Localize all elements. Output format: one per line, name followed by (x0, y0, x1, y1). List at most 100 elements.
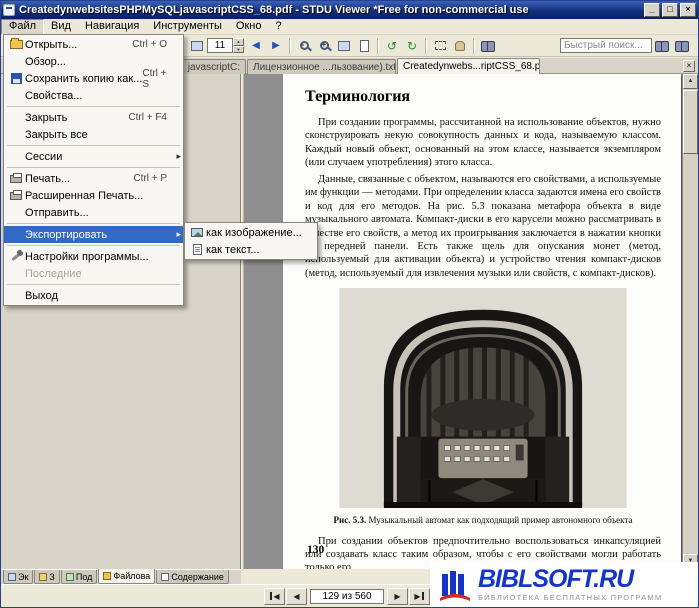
search-button[interactable] (478, 37, 498, 55)
right-arrow-icon: ▶ (272, 40, 280, 51)
fit-page-button[interactable] (354, 37, 374, 55)
sidebar-tab-bookmarks[interactable]: З (34, 570, 59, 584)
menu-separator (7, 223, 180, 224)
find-next-button[interactable] (652, 37, 672, 55)
menu-item-close-all[interactable]: Закрыть все (4, 126, 183, 143)
sidebar-tab-contents[interactable]: Содержание (156, 570, 229, 584)
biblsoft-title: BIBLSOFT.RU (478, 567, 662, 592)
page-number-input[interactable] (207, 38, 233, 53)
sidebar-tab-files[interactable]: Файлова (98, 569, 155, 584)
menu-item-exit[interactable]: Выход (4, 287, 183, 304)
fit-width-icon (338, 41, 350, 51)
menu-item-settings[interactable]: Настройки программы... (4, 248, 183, 265)
menu-item-send[interactable]: Отправить... (4, 204, 183, 221)
rotate-right-button[interactable]: ↻ (402, 37, 422, 55)
menu-item-sessions[interactable]: Сессии ▸ (4, 148, 183, 165)
minimize-button[interactable]: _ (644, 3, 660, 17)
menu-item-close[interactable]: Закрыть Ctrl + F4 (4, 109, 183, 126)
page-number-stepper[interactable]: ▲ ▼ (233, 38, 244, 53)
menu-navigation[interactable]: Навигация (78, 19, 146, 35)
figure-caption-text: Музыкальный автомат как подходящий приме… (368, 515, 632, 525)
left-arrow-icon: ◀ (252, 40, 260, 51)
toolbar-separator (289, 38, 291, 54)
page-number: 130 (307, 544, 324, 556)
zoom-out-button[interactable]: - (294, 37, 314, 55)
menu-separator (7, 284, 180, 285)
quick-search-input[interactable] (560, 38, 652, 53)
menubar: Файл Вид Навигация Инструменты Окно ? (1, 19, 698, 35)
toggle-sidebar-button[interactable] (187, 37, 207, 55)
last-page-icon (422, 592, 424, 600)
menu-help[interactable]: ? (268, 19, 288, 35)
document-pane: Терминология При создании программы, рас… (244, 74, 698, 569)
selection-rect-icon (435, 41, 446, 50)
menu-view[interactable]: Вид (44, 19, 78, 35)
biblsoft-subtitle: БИБЛИОТЕКА БЕСПЛАТНЫХ ПРОГРАММ (478, 593, 662, 602)
magnifier-minus-icon: - (300, 41, 309, 50)
fit-width-button[interactable] (334, 37, 354, 55)
sidebar-tab-thumbnails[interactable]: Эк (3, 570, 33, 584)
toolbar-separator (377, 38, 379, 54)
window-title: CreatedynwebsitesPHPMySQLjavascriptCSS_6… (19, 4, 642, 16)
submenu-item-as-image[interactable]: как изображение... (185, 224, 317, 241)
close-tab-button[interactable]: × (683, 60, 695, 72)
tab-license-txt[interactable]: Лицензионное ...льзование).txt (247, 59, 396, 74)
titlebar: CreatedynwebsitesPHPMySQLjavascriptCSS_6… (1, 1, 698, 19)
toolbar-separator (473, 38, 475, 54)
wrench-icon (7, 250, 25, 263)
magnifier-plus-icon: + (320, 41, 329, 50)
highlights-icon (66, 573, 74, 581)
menu-item-print[interactable]: Печать... Ctrl + P (4, 170, 183, 187)
save-icon (7, 72, 25, 85)
tab-createdynwebsites-pdf[interactable]: Createdynwebs...riptCSS_68.pdf (397, 58, 540, 74)
menu-window[interactable]: Окно (229, 19, 269, 35)
previous-view-button[interactable]: ◀ (246, 37, 266, 55)
scroll-up-button[interactable]: ▲ (683, 74, 698, 89)
folder-icon (103, 572, 111, 580)
stdu-viewer-window: { "glyphs": { "minimize": "_", "maximize… (0, 0, 699, 608)
contents-icon (161, 573, 169, 581)
next-page-button[interactable]: ▶ (387, 588, 408, 605)
select-tool-button[interactable] (430, 37, 450, 55)
toolbar-separator (425, 38, 427, 54)
menu-item-save-copy-as[interactable]: Сохранить копию как... Ctrl + S (4, 70, 183, 87)
text-file-icon (188, 243, 206, 256)
folder-open-icon (7, 38, 25, 51)
submenu-item-as-text[interactable]: как текст... (185, 241, 317, 258)
fit-page-icon (360, 40, 369, 52)
panel-icon (191, 41, 203, 51)
first-page-button[interactable]: ◀ (264, 588, 285, 605)
app-icon (3, 4, 15, 16)
menu-item-export[interactable]: Экспортировать ▸ (4, 226, 183, 243)
sidebar-tab-highlights[interactable]: Под (61, 570, 98, 584)
maximize-button[interactable]: □ (662, 3, 678, 17)
biblsoft-logo-text: BIBLSOFT.RU БИБЛИОТЕКА БЕСПЛАТНЫХ ПРОГРА… (478, 567, 662, 602)
rotate-cw-icon: ↻ (407, 39, 417, 53)
close-button[interactable]: × (680, 3, 696, 17)
scrollbar-thumb[interactable] (683, 90, 698, 154)
menu-item-properties[interactable]: Свойства... (4, 87, 183, 104)
previous-page-button[interactable]: ◀ (286, 588, 307, 605)
stepper-down-icon[interactable]: ▼ (233, 46, 244, 54)
hand-tool-button[interactable] (450, 37, 470, 55)
pdf-page: Терминология При создании программы, рас… (283, 74, 681, 569)
menu-separator (7, 106, 180, 107)
vertical-scrollbar[interactable]: ▲ ▼ (682, 74, 698, 569)
binoculars-icon (675, 41, 689, 50)
rotate-left-button[interactable]: ↺ (382, 37, 402, 55)
find-previous-button[interactable] (672, 37, 692, 55)
menu-file[interactable]: Файл (1, 19, 44, 35)
menu-tools[interactable]: Инструменты (146, 19, 229, 35)
first-page-icon (270, 592, 272, 600)
zoom-in-button[interactable]: + (314, 37, 334, 55)
next-view-button[interactable]: ▶ (266, 37, 286, 55)
last-page-button[interactable]: ▶ (409, 588, 430, 605)
stepper-up-icon[interactable]: ▲ (233, 38, 244, 46)
menu-item-advanced-print[interactable]: Расширенная Печать... (4, 187, 183, 204)
thumbnails-icon (8, 573, 16, 581)
figure-caption: Рис. 5.3. Музыкальный автомат как подход… (315, 515, 651, 526)
menu-item-open[interactable]: Открыть... Ctrl + O (4, 36, 183, 53)
biblsoft-logo-icon (438, 568, 472, 602)
binoculars-icon (481, 41, 495, 50)
submenu-arrow-icon: ▸ (171, 151, 181, 162)
